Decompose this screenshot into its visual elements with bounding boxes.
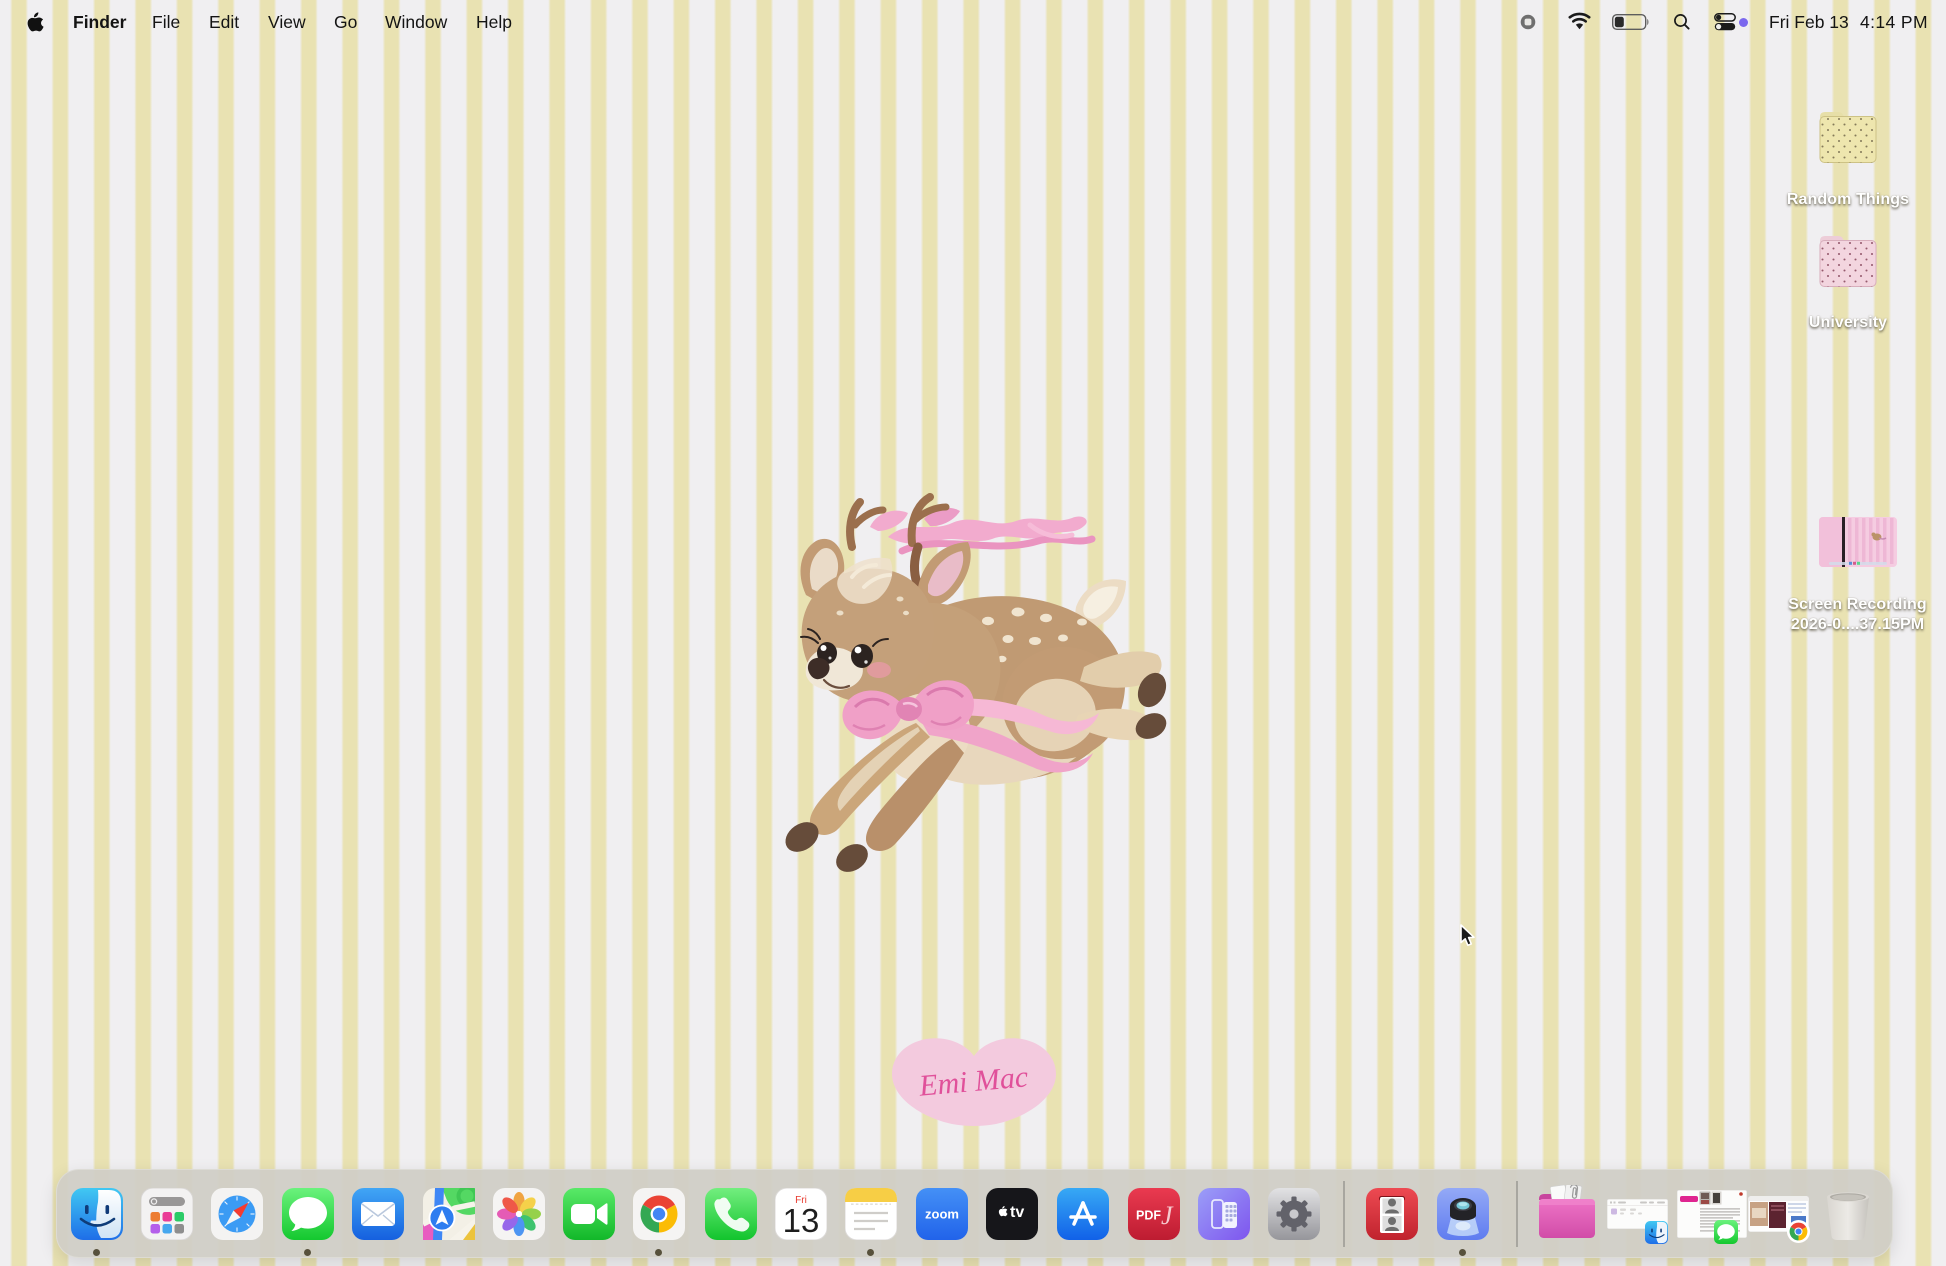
svg-text:tv: tv	[1010, 1204, 1024, 1221]
svg-text:zoom: zoom	[925, 1207, 959, 1222]
svg-text:PDF: PDF	[1136, 1209, 1161, 1223]
svg-text:J: J	[1161, 1201, 1174, 1230]
svg-text:13: 13	[783, 1202, 820, 1239]
